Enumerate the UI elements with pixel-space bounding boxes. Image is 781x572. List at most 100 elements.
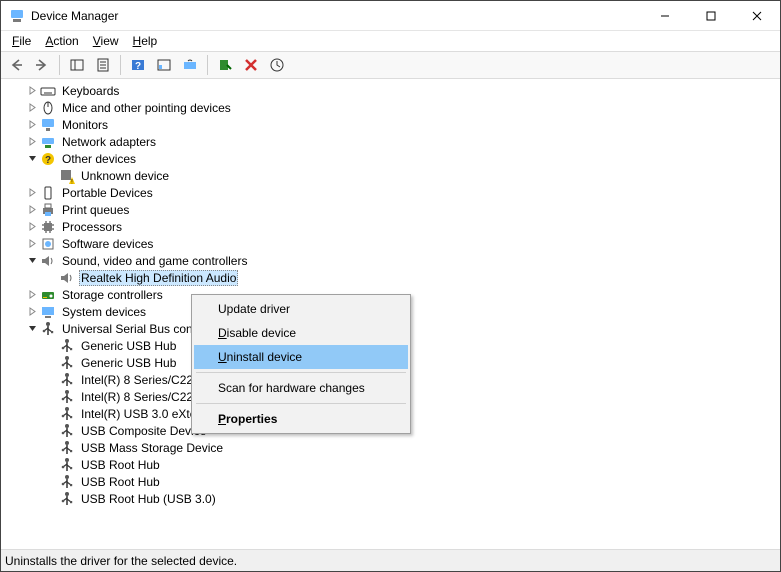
menu-help[interactable]: Help (126, 33, 165, 49)
node-label: Realtek High Definition Audio (79, 270, 238, 286)
node-label: System devices (60, 304, 148, 320)
help-button[interactable] (126, 53, 150, 77)
device-tree[interactable]: Keyboards Mice and other pointing device… (1, 80, 780, 549)
other-devices-icon (40, 151, 56, 167)
back-button[interactable] (4, 53, 28, 77)
monitor-icon (40, 117, 56, 133)
properties-button[interactable] (91, 53, 115, 77)
node-label: USB Root Hub (79, 457, 162, 473)
unknown-device-icon (59, 168, 75, 184)
storage-icon (40, 287, 56, 303)
tree-node-software[interactable]: Software devices (5, 235, 780, 252)
expand-icon[interactable] (24, 83, 40, 99)
enable-device-button[interactable] (213, 53, 237, 77)
software-device-icon (40, 236, 56, 252)
scan-hardware-button[interactable] (178, 53, 202, 77)
action-pane-button[interactable] (152, 53, 176, 77)
usb-icon (59, 338, 75, 354)
expand-icon[interactable] (24, 185, 40, 201)
usb-icon (59, 423, 75, 439)
node-label: Unknown device (79, 168, 171, 184)
expand-icon[interactable] (24, 287, 40, 303)
usb-icon (59, 389, 75, 405)
expand-icon[interactable] (24, 219, 40, 235)
forward-button[interactable] (30, 53, 54, 77)
network-icon (40, 134, 56, 150)
tree-node-print[interactable]: Print queues (5, 201, 780, 218)
node-label: Portable Devices (60, 185, 155, 201)
no-twisty (43, 168, 59, 184)
no-twisty (43, 389, 59, 405)
no-twisty (43, 491, 59, 507)
node-label: Print queues (60, 202, 131, 218)
menu-action[interactable]: Action (38, 33, 85, 49)
expand-icon[interactable] (24, 236, 40, 252)
menu-file[interactable]: File (5, 33, 38, 49)
tree-node-other[interactable]: Other devices (5, 150, 780, 167)
context-menu: Update driver Disable device Uninstall d… (191, 294, 411, 434)
menu-view[interactable]: View (86, 33, 126, 49)
tree-node-keyboards[interactable]: Keyboards (5, 82, 780, 99)
node-label: Storage controllers (60, 287, 165, 303)
ctx-disable-device[interactable]: Disable device (194, 321, 408, 345)
toolbar-separator (207, 55, 208, 75)
no-twisty (43, 406, 59, 422)
node-label: Monitors (60, 117, 110, 133)
ctx-uninstall-device[interactable]: Uninstall device (194, 345, 408, 369)
usb-icon (59, 491, 75, 507)
node-label: Other devices (60, 151, 138, 167)
maximize-button[interactable] (688, 1, 734, 31)
ctx-scan-hardware[interactable]: Scan for hardware changes (194, 376, 408, 400)
app-icon (9, 8, 25, 24)
window-title: Device Manager (31, 9, 118, 23)
tree-node-portable[interactable]: Portable Devices (5, 184, 780, 201)
system-device-icon (40, 304, 56, 320)
uninstall-device-button[interactable] (239, 53, 263, 77)
tree-node-processors[interactable]: Processors (5, 218, 780, 235)
tree-node-usb-child[interactable]: USB Mass Storage Device (5, 439, 780, 456)
keyboard-icon (40, 83, 56, 99)
expand-icon[interactable] (24, 304, 40, 320)
ctx-separator (196, 403, 406, 404)
sound-icon (40, 253, 56, 269)
usb-icon (59, 440, 75, 456)
titlebar: Device Manager (1, 1, 780, 31)
toolbar-separator (120, 55, 121, 75)
ctx-separator (196, 372, 406, 373)
tree-node-network[interactable]: Network adapters (5, 133, 780, 150)
portable-device-icon (40, 185, 56, 201)
minimize-button[interactable] (642, 1, 688, 31)
tree-node-realtek-audio[interactable]: Realtek High Definition Audio (5, 269, 780, 286)
tree-node-monitors[interactable]: Monitors (5, 116, 780, 133)
tree-node-usb-child[interactable]: USB Root Hub (5, 473, 780, 490)
ctx-update-driver[interactable]: Update driver (194, 297, 408, 321)
show-hide-console-tree-button[interactable] (65, 53, 89, 77)
close-button[interactable] (734, 1, 780, 31)
node-label: Generic USB Hub (79, 338, 178, 354)
tree-node-unknown-device[interactable]: Unknown device (5, 167, 780, 184)
tree-node-sound[interactable]: Sound, video and game controllers (5, 252, 780, 269)
expand-icon[interactable] (24, 202, 40, 218)
expand-icon[interactable] (24, 100, 40, 116)
node-label: USB Root Hub (79, 474, 162, 490)
node-label: USB Mass Storage Device (79, 440, 225, 456)
tree-node-usb-child[interactable]: USB Root Hub (USB 3.0) (5, 490, 780, 507)
ctx-properties[interactable]: Properties (194, 407, 408, 431)
node-label: Sound, video and game controllers (60, 253, 249, 269)
expand-icon[interactable] (24, 117, 40, 133)
node-label: Keyboards (60, 83, 121, 99)
node-label: USB Root Hub (USB 3.0) (79, 491, 218, 507)
tree-node-mice[interactable]: Mice and other pointing devices (5, 99, 780, 116)
collapse-icon[interactable] (24, 151, 40, 167)
collapse-icon[interactable] (24, 321, 40, 337)
usb-icon (59, 355, 75, 371)
tree-node-usb-child[interactable]: USB Root Hub (5, 456, 780, 473)
expand-icon[interactable] (24, 134, 40, 150)
update-driver-button[interactable] (265, 53, 289, 77)
toolbar-separator (59, 55, 60, 75)
no-twisty (43, 457, 59, 473)
collapse-icon[interactable] (24, 253, 40, 269)
node-label: Software devices (60, 236, 155, 252)
statusbar: Uninstalls the driver for the selected d… (1, 549, 780, 571)
tree-area: Keyboards Mice and other pointing device… (1, 79, 780, 549)
